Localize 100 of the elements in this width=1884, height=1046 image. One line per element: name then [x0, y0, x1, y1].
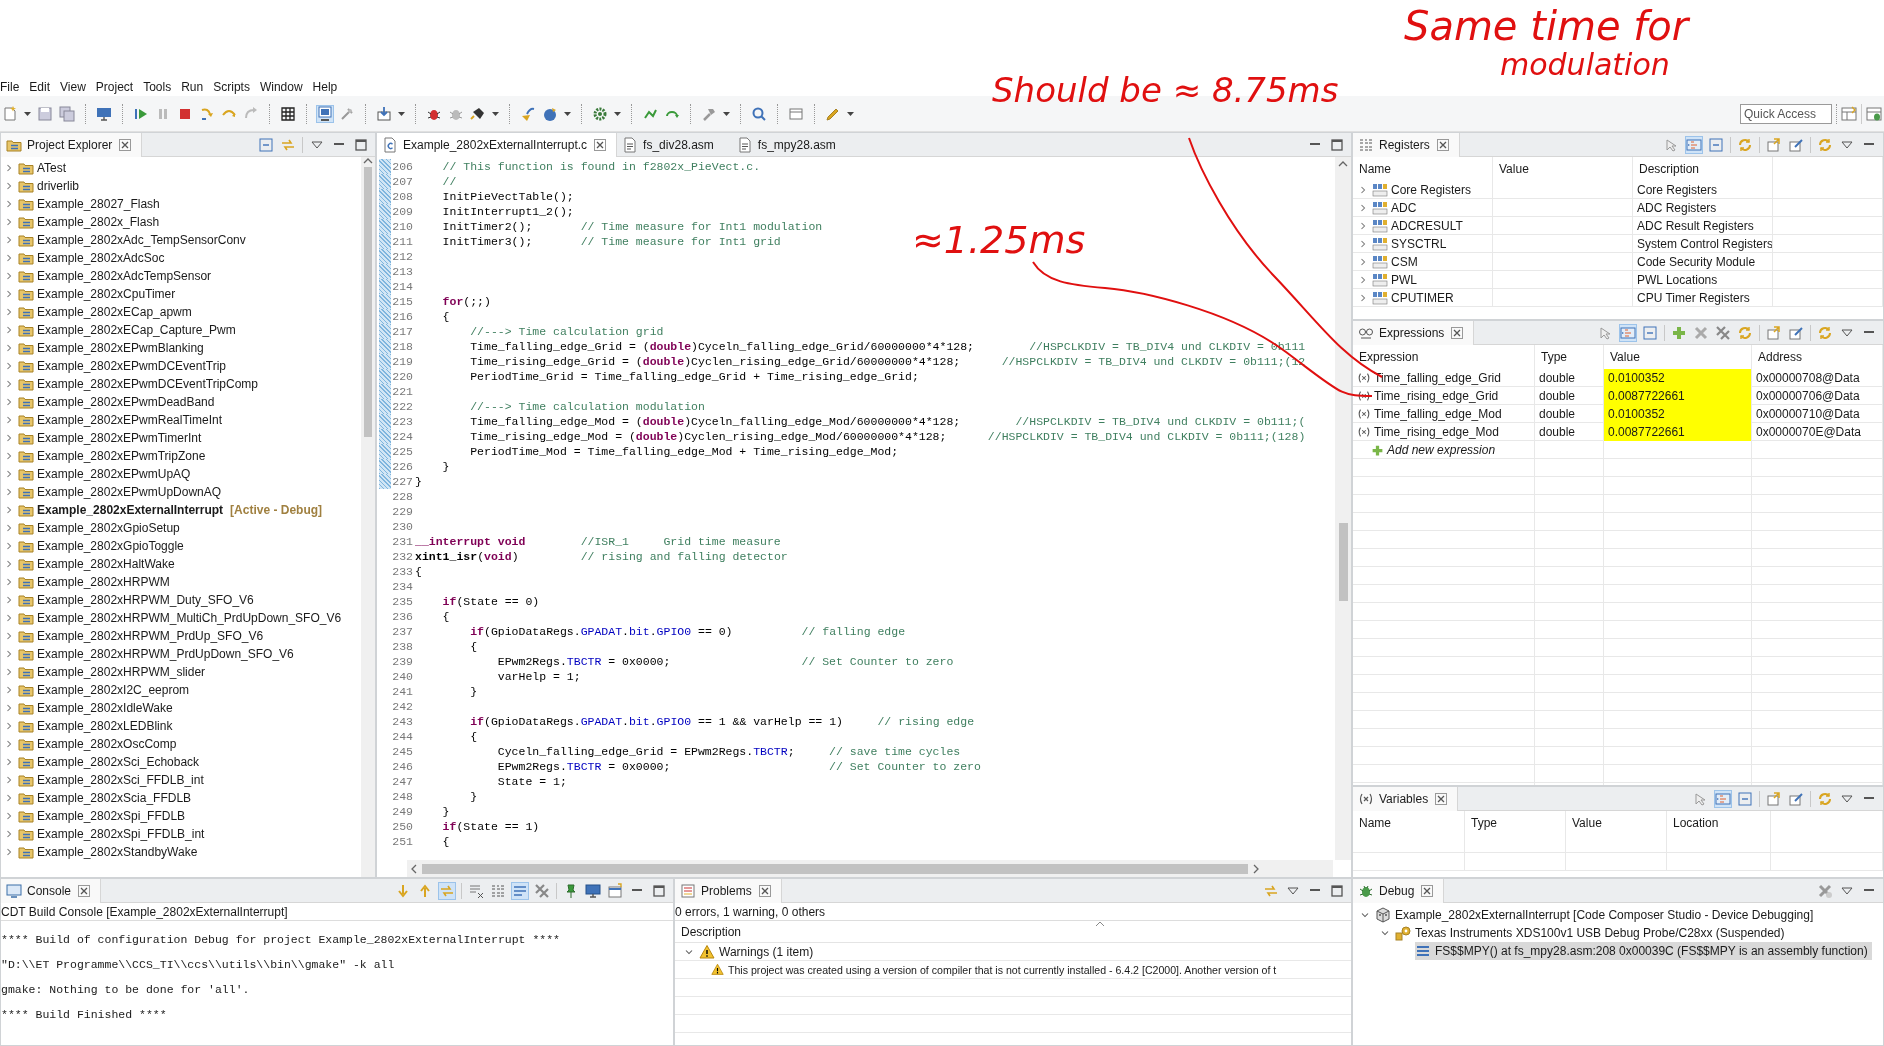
close-icon[interactable]: [76, 882, 93, 899]
tree-item[interactable]: Example_2802xHRPWM_slider: [37, 665, 206, 679]
sync-arrows-icon[interactable]: [439, 882, 455, 899]
collapse-all-icon[interactable]: [258, 136, 274, 153]
search-icon[interactable]: [751, 105, 767, 122]
gear-icon[interactable]: [592, 105, 608, 122]
menu-item[interactable]: Edit: [27, 80, 59, 94]
scroll-right-icon[interactable]: [1252, 863, 1260, 874]
maximize-icon[interactable]: [651, 882, 667, 899]
close-icon[interactable]: [756, 882, 773, 899]
caret-icon[interactable]: [398, 111, 405, 116]
caret-icon[interactable]: [492, 111, 499, 116]
view-tab[interactable]: Project Explorer: [1, 132, 143, 157]
download-icon[interactable]: [376, 105, 392, 122]
spray-icon[interactable]: [470, 105, 486, 122]
caret-icon[interactable]: [723, 111, 730, 116]
column-header[interactable]: Value: [1566, 811, 1667, 835]
tree-item[interactable]: Example_2802xEPwmDCEventTripComp: [37, 377, 258, 391]
export-icon[interactable]: [1766, 136, 1782, 153]
refresh-icon[interactable]: [1817, 136, 1833, 153]
tree-item[interactable]: Example_2802xHRPWM_Duty_SFO_V6: [37, 593, 254, 607]
new-window-icon[interactable]: [607, 882, 623, 899]
tree-item[interactable]: Example_2802xOscComp: [37, 737, 177, 751]
scroll-left-icon[interactable]: [410, 863, 418, 874]
column-header[interactable]: Type: [1465, 811, 1566, 835]
tree-item[interactable]: Example_2802xSpi_FFDLB: [37, 809, 186, 823]
sort-icon[interactable]: [1095, 921, 1105, 927]
column-header[interactable]: Name: [1353, 811, 1465, 835]
tree-item[interactable]: driverlib: [37, 179, 79, 193]
menu-item[interactable]: File: [0, 80, 28, 94]
view-tab[interactable]: Expressions: [1353, 320, 1475, 345]
tree-item[interactable]: Example_2802xHRPWM: [37, 575, 170, 589]
menu-item[interactable]: Scripts: [211, 80, 258, 94]
tree-item[interactable]: Example_2802xEPwmBlanking: [37, 341, 204, 355]
monitor-icon[interactable]: [96, 105, 112, 122]
globe-icon[interactable]: [542, 105, 558, 122]
scrollbar-thumb[interactable]: [422, 863, 1248, 874]
tree-item[interactable]: Example_2802xHRPWM_MultiCh_PrdUpDown_SFO_V6: [37, 611, 342, 625]
tree-item[interactable]: Example_2802xLEDBlink: [37, 719, 173, 733]
add-icon[interactable]: [1371, 443, 1384, 457]
column-header[interactable]: Type: [1535, 345, 1604, 369]
refresh-icon[interactable]: [1817, 324, 1833, 341]
tree-item[interactable]: Example_2802xCpuTimer: [37, 287, 176, 301]
column-header[interactable]: Value: [1493, 157, 1633, 181]
maximize-icon[interactable]: [353, 136, 369, 153]
scrollbar-thumb[interactable]: [1338, 523, 1348, 601]
caret-icon[interactable]: [847, 111, 854, 116]
column-header[interactable]: Name: [1353, 157, 1493, 181]
lines-icon[interactable]: [512, 882, 528, 899]
close-icon[interactable]: [1433, 790, 1450, 807]
layout-icon[interactable]: [1715, 790, 1731, 807]
tree-item[interactable]: Example_2802x_Flash: [37, 215, 160, 229]
edit-icon[interactable]: [1788, 136, 1804, 153]
tree-item[interactable]: Example_2802xHRPWM_PrdUpDown_SFO_V6: [37, 647, 294, 661]
debug-perspective-icon[interactable]: [1866, 105, 1882, 122]
tree-item[interactable]: Example_2802xEPwmTimerInt: [37, 431, 202, 445]
menu-item[interactable]: Tools: [141, 80, 180, 94]
tree-item[interactable]: Example_2802xScia_FFDLB: [37, 791, 192, 805]
menu-item[interactable]: View: [58, 80, 94, 94]
arrow-up-icon[interactable]: [417, 882, 433, 899]
scrollbar-thumb[interactable]: [364, 167, 372, 437]
window-icon[interactable]: [788, 105, 804, 122]
terminate-all-icon[interactable]: [1817, 882, 1833, 899]
menu-item[interactable]: Run: [179, 80, 212, 94]
screen-icon[interactable]: [317, 105, 333, 122]
tree-item[interactable]: Texas Instruments XDS100v1 USB Debug Probe/C28xx (Suspended): [1395, 924, 1789, 942]
quick-access-field[interactable]: Quick Access: [1740, 103, 1832, 124]
caret-icon[interactable]: [614, 111, 621, 116]
add-icon[interactable]: [1671, 324, 1687, 341]
close-icon[interactable]: [117, 136, 134, 153]
refresh-icon[interactable]: [1737, 324, 1753, 341]
tree-item[interactable]: Example_2802xExternalInterrupt [Code Composer Studio - Device Debugging]: [1375, 906, 1818, 924]
collapse-all-icon[interactable]: [1642, 324, 1658, 341]
tree-item[interactable]: Example_2802xHRPWM_PrdUp_SFO_V6: [37, 629, 264, 643]
tree-item[interactable]: Example_2802xSpi_FFDLB_int: [37, 827, 205, 841]
tree-item[interactable]: Example_2802xEPwmUpAQ: [37, 467, 191, 481]
tree-item[interactable]: Example_2802xSci_FFDLB_int: [37, 773, 204, 787]
tree-item[interactable]: Example_28027_Flash: [37, 197, 160, 211]
perspective-icon[interactable]: [1841, 105, 1857, 122]
maximize-icon[interactable]: [1329, 882, 1345, 899]
tree-item[interactable]: Example_2802xECap_Capture_Pwm: [37, 323, 236, 337]
editor-tab[interactable]: Example_2802xExternalInterrupt.c: [377, 132, 618, 157]
tree-item[interactable]: Example_2802xAdcTempSensor: [37, 269, 212, 283]
column-header[interactable]: Description: [675, 921, 1351, 943]
tree-item[interactable]: Example_2802xHaltWake: [37, 557, 175, 571]
menu-item[interactable]: Project: [93, 80, 142, 94]
close-icon[interactable]: [592, 136, 609, 153]
collapse-all-icon[interactable]: [1737, 790, 1753, 807]
tree-item[interactable]: Example_2802xAdcSoc: [37, 251, 165, 265]
save-all-icon[interactable]: [59, 105, 75, 122]
tree-item[interactable]: Warnings (1 item): [719, 944, 814, 959]
caret-icon[interactable]: [564, 111, 571, 116]
editor-tab[interactable]: fs_div28.asm: [617, 132, 732, 157]
maximize-icon[interactable]: [1329, 136, 1345, 153]
tree-item[interactable]: Example_2802xEPwmDCEventTrip: [37, 359, 226, 373]
tree-item[interactable]: Example_2802xExternalInterrupt: [37, 503, 224, 517]
menu-item[interactable]: Help: [310, 80, 346, 94]
editor-tab[interactable]: fs_mpy28.asm: [731, 132, 854, 157]
refresh-icon[interactable]: [1817, 790, 1833, 807]
column-header[interactable]: Description: [1633, 157, 1773, 181]
